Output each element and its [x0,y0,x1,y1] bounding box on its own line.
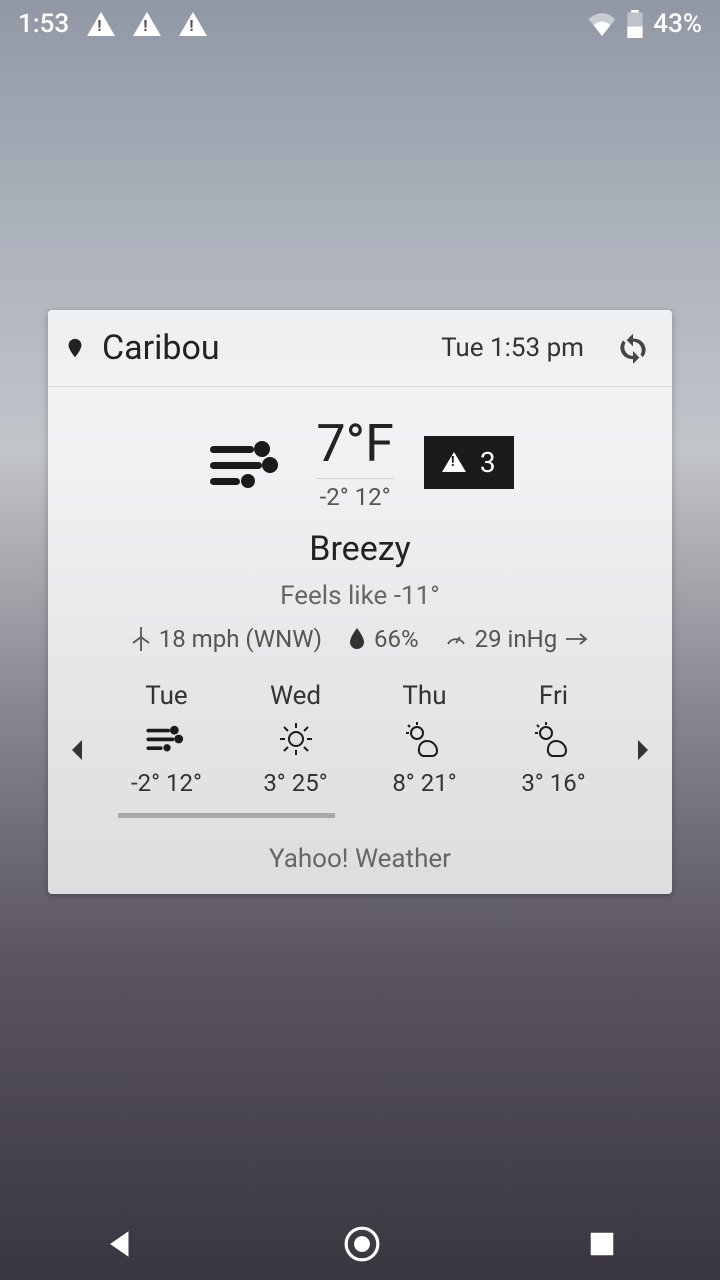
forecast-day-name: Thu [360,681,489,711]
widget-header: Caribou Tue 1:53 pm [48,310,672,387]
wind-metric: 18 mph (WNW) [131,625,322,653]
turbine-icon [131,627,151,651]
forecast-wind-icon [102,719,231,759]
gauge-icon [445,628,467,650]
status-time: 1:53 [18,9,69,39]
home-button[interactable] [343,1225,381,1263]
weather-alert-badge[interactable]: 3 [424,436,514,489]
forecast-prev-button[interactable] [70,740,84,760]
forecast-range: 3° 16° [489,769,618,797]
forecast-range: -2° 12° [102,769,231,797]
forecast-sun-icon [231,719,360,759]
recents-button[interactable] [587,1229,617,1259]
feels-like: Feels like -11° [72,581,648,611]
widget-body: 7°F -2° 12° 3 Breezy Feels like -11° 18 … [48,387,672,828]
forecast-day-name: Wed [231,681,360,711]
forecast-day-name: Fri [489,681,618,711]
warning-icon [179,12,207,36]
alert-icon [442,452,466,472]
forecast-partly-icon [489,719,618,759]
battery-percent: 43% [653,9,702,39]
current-temps: 7°F -2° 12° [316,413,393,511]
wind-icon [206,432,286,492]
pressure-metric: 29 inHg [445,625,590,653]
forecast-section: Tue -2° 12° Wed 3° 25° Thu 8° 21° Fri 3° 16° [72,681,648,818]
battery-icon [627,10,643,38]
forecast-partly-icon [360,719,489,759]
wifi-icon [587,12,617,36]
widget-datetime: Tue 1:53 pm [441,333,584,363]
warning-icon [133,12,161,36]
forecast-range: 3° 25° [231,769,360,797]
weather-widget[interactable]: Caribou Tue 1:53 pm 7°F -2° 12° 3 [48,310,672,894]
forecast-range: 8° 21° [360,769,489,797]
current-hero: 7°F -2° 12° 3 [72,413,648,511]
scroll-indicator [118,813,335,818]
status-bar: 1:53 43% [0,0,720,48]
droplet-icon [348,628,366,650]
condition-text: Breezy [72,529,648,569]
navigation-bar [0,1208,720,1280]
forecast-row[interactable]: Tue -2° 12° Wed 3° 25° Thu 8° 21° Fri 3° 16° [102,681,618,797]
location-pin-icon [64,333,86,363]
arrow-right-icon [565,632,589,646]
current-range: -2° 12° [316,478,393,511]
forecast-day[interactable]: Tue -2° 12° [102,681,231,797]
location-name[interactable]: Caribou [102,328,220,368]
forecast-day[interactable]: Wed 3° 25° [231,681,360,797]
refresh-button[interactable] [614,329,652,367]
back-button[interactable] [103,1227,137,1261]
forecast-day[interactable]: Fri 3° 16° [489,681,618,797]
warning-icon [87,12,115,36]
humidity-metric: 66% [348,625,419,653]
current-temp: 7°F [316,413,393,474]
metrics-row: 18 mph (WNW) 66% 29 inHg [72,625,648,653]
forecast-day-name: Tue [102,681,231,711]
forecast-next-button[interactable] [636,740,650,760]
alert-count: 3 [480,446,496,479]
forecast-day[interactable]: Thu 8° 21° [360,681,489,797]
provider-label[interactable]: Yahoo! Weather [48,828,672,894]
